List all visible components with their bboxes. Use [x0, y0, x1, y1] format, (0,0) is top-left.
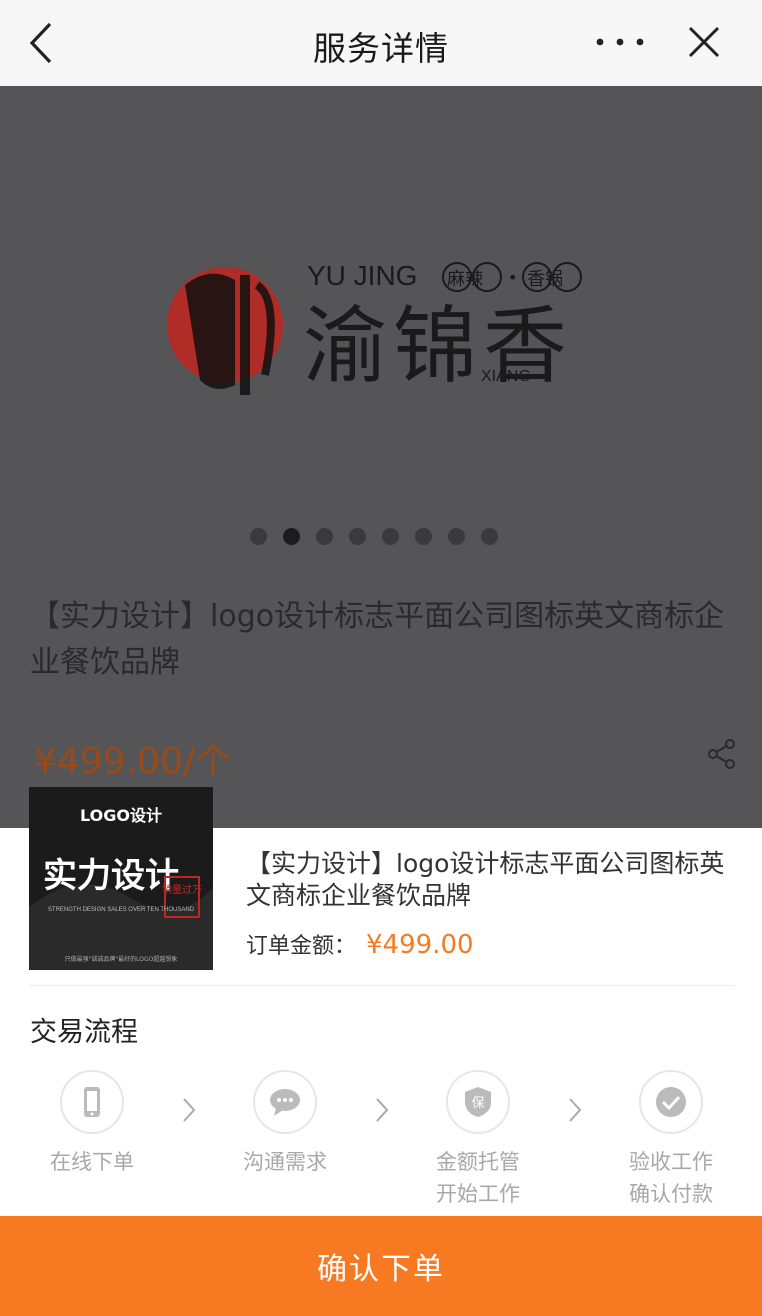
phone-icon [60, 1070, 124, 1134]
carousel-dot[interactable] [415, 528, 432, 545]
step-label-line1: 验收工作 [629, 1150, 713, 1174]
carousel-dot[interactable] [448, 528, 465, 545]
confirm-order-button[interactable]: 确认下单 [0, 1216, 762, 1316]
step-label-line2: 开始工作 [436, 1182, 520, 1206]
order-thumbnail: LOGO设计 实力设计 销量过万 STRENGTH DESIGN SALES O… [29, 787, 213, 970]
chevron-right-icon [374, 1096, 390, 1124]
carousel-dot[interactable] [316, 528, 333, 545]
more-icon[interactable] [592, 22, 648, 62]
thumb-sub: STRENGTH DESIGN SALES OVER TEN THOUSAND [48, 907, 195, 913]
nav-bar: 服务详情 [0, 0, 762, 86]
product-title: 【实力设计】logo设计标志平面公司图标英文商标企业餐饮品牌 [30, 599, 725, 680]
carousel-dot-active[interactable] [283, 528, 300, 545]
flow-step-escrow: 保 金额托管 开始工作 [398, 1070, 558, 1210]
order-amount-value: ¥499.00 [366, 930, 474, 960]
logo-tag-right: 香锅 [527, 269, 563, 290]
divider [29, 985, 735, 986]
modal-overlay[interactable] [0, 86, 762, 828]
carousel-dots[interactable] [250, 528, 498, 545]
chat-icon [253, 1070, 317, 1134]
logo-brand-latin: YU JING [307, 260, 417, 291]
step-label: 沟通需求 [243, 1150, 327, 1174]
order-title: 【实力设计】logo设计标志平面公司图标英文商标企业餐饮品牌 [246, 849, 725, 910]
shield-badge: 保 [471, 1096, 484, 1111]
carousel-dot[interactable] [481, 528, 498, 545]
step-label: 验收工作 确认付款 [591, 1146, 751, 1210]
thumb-heading: LOGO设计 [80, 806, 162, 825]
carousel-dot[interactable] [250, 528, 267, 545]
logo-tag-sep: • [508, 268, 517, 287]
product-price: ¥499.00/个 [34, 741, 231, 782]
step-label: 在线下单 [50, 1150, 134, 1174]
order-amount-row: 订单金额： ¥499.00 [246, 928, 474, 960]
flow-step-accept: 验收工作 确认付款 [591, 1070, 751, 1210]
carousel-dot[interactable] [382, 528, 399, 545]
step-label-line1: 金额托管 [436, 1150, 520, 1174]
chevron-right-icon [181, 1096, 197, 1124]
step-label: 金额托管 开始工作 [398, 1146, 558, 1210]
flow-step-order-online: 在线下单 [12, 1070, 172, 1178]
chevron-right-icon [567, 1096, 583, 1124]
step-label-line2: 确认付款 [629, 1182, 713, 1206]
thumb-seal: 销量过万 [162, 883, 202, 896]
close-icon[interactable] [680, 18, 728, 66]
logo-tag-left: 麻辣 [447, 269, 483, 290]
flow-title: 交易流程 [30, 1017, 138, 1048]
logo-brand-sub: XIANG [481, 368, 531, 385]
order-amount-label: 订单金额： [246, 934, 357, 959]
logo-brand-cn: 渝锦香 [303, 297, 573, 395]
thumb-footer: 只做最强"诚诚品牌"最好的LOGO超越想象 [65, 955, 178, 963]
product-image-logo: YU JING 麻辣 • 香锅 渝锦香 XIANG [165, 245, 605, 415]
thumb-big-text: 实力设计 [43, 856, 179, 896]
carousel-dot[interactable] [349, 528, 366, 545]
flow-step-communicate: 沟通需求 [205, 1070, 365, 1178]
check-circle-icon [639, 1070, 703, 1134]
shield-icon: 保 [446, 1070, 510, 1134]
share-icon[interactable] [706, 738, 738, 770]
